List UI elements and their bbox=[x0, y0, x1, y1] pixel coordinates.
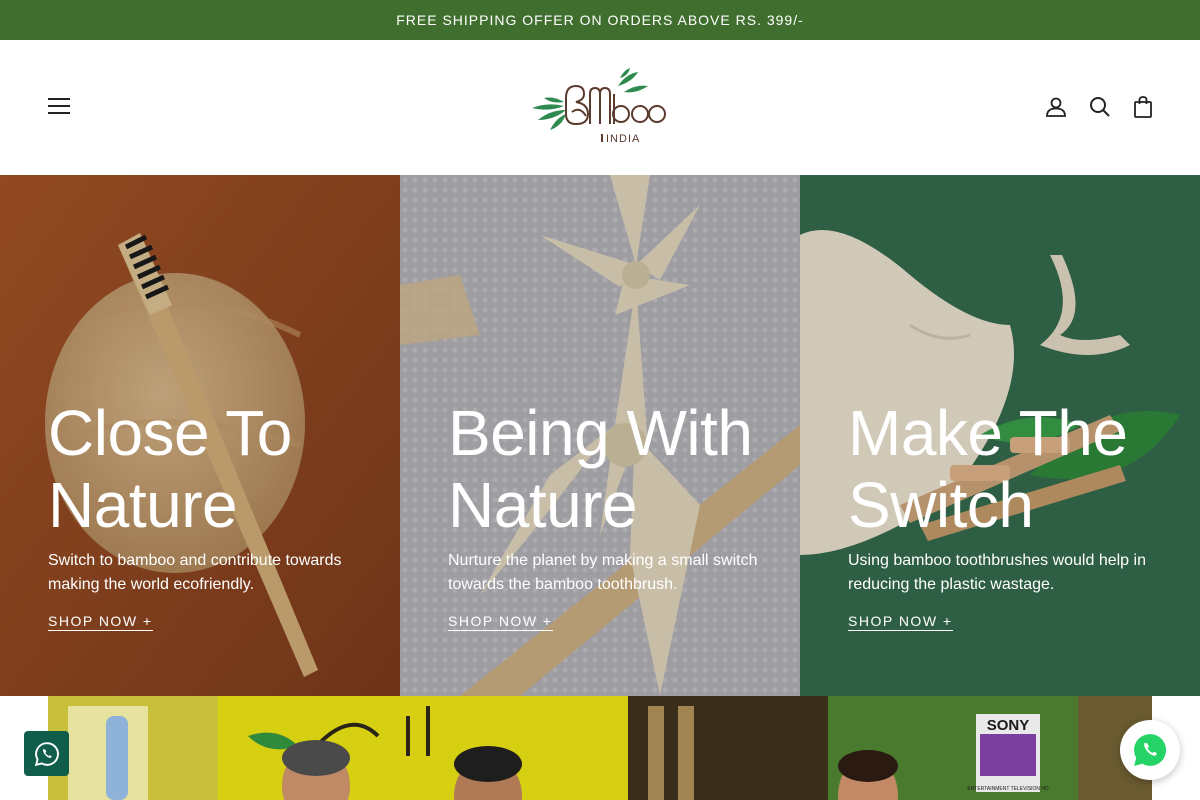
hero-title: Being With Nature bbox=[448, 397, 753, 541]
whatsapp-icon bbox=[1134, 734, 1167, 766]
shop-now-link[interactable]: SHOP NOW + bbox=[448, 613, 553, 631]
shark-tank-video-still: SONY ENTERTAINMENT TELEVISION HD bbox=[48, 696, 1152, 800]
hero-title: Make The Switch bbox=[848, 397, 1128, 541]
hero-description: Nurture the planet by making a small swi… bbox=[448, 552, 758, 593]
whatsapp-floating-button[interactable] bbox=[1120, 720, 1180, 780]
hero-panel-make-the-switch[interactable]: Make The Switch Using bamboo toothbrushe… bbox=[800, 175, 1200, 696]
hero-panel-close-to-nature[interactable]: Close To Nature Switch to bamboo and con… bbox=[0, 175, 400, 696]
cart-icon[interactable] bbox=[1131, 95, 1155, 119]
channel-logo-subtitle: ENTERTAINMENT TELEVISION HD bbox=[967, 786, 1049, 792]
hero-title: Close To Nature bbox=[48, 397, 292, 541]
hero-description: Switch to bamboo and contribute towards … bbox=[48, 552, 342, 593]
channel-logo-text: SONY bbox=[987, 717, 1030, 734]
menu-icon[interactable] bbox=[48, 97, 70, 115]
whatsapp-chat-button[interactable] bbox=[24, 731, 69, 776]
hero-panel-being-with-nature[interactable]: Being With Nature Nurture the planet by … bbox=[400, 175, 800, 696]
hero-banners: Close To Nature Switch to bamboo and con… bbox=[0, 175, 1200, 696]
site-header: INDIA bbox=[0, 40, 1200, 175]
shop-now-link[interactable]: SHOP NOW + bbox=[48, 613, 153, 631]
announcement-text: FREE SHIPPING OFFER ON ORDERS ABOVE RS. … bbox=[396, 12, 804, 28]
logo-subtitle: INDIA bbox=[606, 133, 640, 145]
video-banner[interactable]: SONY ENTERTAINMENT TELEVISION HD bbox=[48, 696, 1152, 800]
announcement-bar: FREE SHIPPING OFFER ON ORDERS ABOVE RS. … bbox=[0, 0, 1200, 40]
logo[interactable]: INDIA bbox=[528, 68, 673, 148]
account-icon[interactable] bbox=[1044, 95, 1068, 119]
hero-description: Using bamboo toothbrushes would help in … bbox=[848, 552, 1146, 593]
shop-now-link[interactable]: SHOP NOW + bbox=[848, 613, 953, 631]
search-icon[interactable] bbox=[1088, 95, 1112, 119]
whatsapp-icon bbox=[34, 741, 59, 766]
